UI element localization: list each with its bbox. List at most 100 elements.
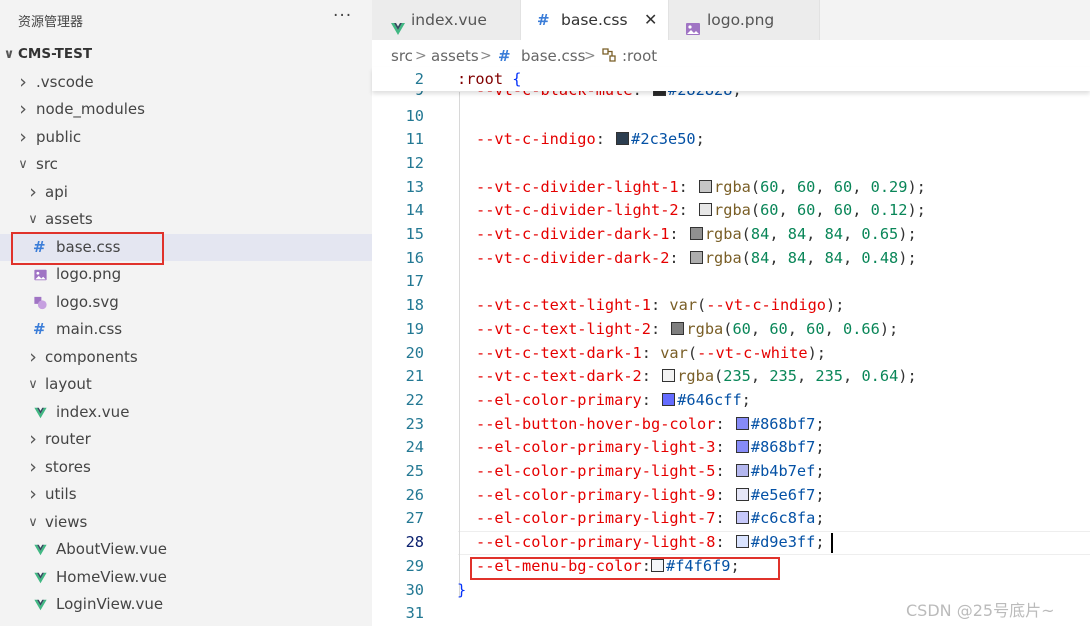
color-swatch: [662, 369, 676, 383]
chevron-right-icon: ›: [19, 125, 27, 148]
vue-icon: [390, 12, 406, 35]
tree-file[interactable]: # main.css: [0, 316, 372, 344]
color-swatch: [735, 535, 749, 549]
tab-base-css[interactable]: # base.css ✕: [521, 0, 669, 40]
tree-item-label: index.vue: [56, 402, 130, 421]
tree-folder[interactable]: ∨ assets: [0, 206, 372, 234]
css-number: 0.12: [870, 201, 908, 220]
tree-folder[interactable]: › utils: [0, 481, 372, 509]
annotation-highlight-box: [470, 557, 780, 580]
line-number: 20: [405, 343, 424, 362]
tree-folder[interactable]: ∨ layout: [0, 371, 372, 399]
comma: ,: [750, 319, 770, 338]
tree-file[interactable]: LoginView.vue: [0, 591, 372, 619]
tree-folder[interactable]: › api: [0, 179, 372, 207]
line-number: 23: [405, 414, 424, 433]
tree-folder[interactable]: ∨ views: [0, 509, 372, 537]
colon: :: [678, 201, 698, 220]
css-function: rgba: [704, 248, 742, 267]
explorer-header: 资源管理器 ···: [0, 0, 372, 38]
css-property: --vt-c-divider-dark-2: [476, 248, 670, 267]
paren: );: [807, 343, 826, 362]
breadcrumb-item[interactable]: :root: [622, 43, 657, 69]
svg-file-icon: [33, 296, 47, 310]
tab-label: index.vue: [411, 11, 487, 29]
line-number: 18: [405, 296, 424, 315]
code-line: 23 --el-button-hover-bg-color: #868bf7;: [372, 413, 1090, 437]
comma: ,: [787, 319, 807, 338]
semicolon: ;: [815, 438, 825, 457]
code-editor[interactable]: 9--vt-c-black-mute: #282828;1011--vt-c-i…: [372, 67, 1090, 626]
explorer-title: 资源管理器: [18, 15, 84, 30]
semicolon: ;: [815, 509, 825, 528]
tree-folder[interactable]: › router: [0, 426, 372, 454]
tree-file[interactable]: logo.svg: [0, 289, 372, 317]
semicolon: ;: [815, 533, 825, 552]
color-swatch: [689, 227, 703, 240]
chevron-right-icon: ›: [29, 483, 37, 505]
colon: :: [595, 130, 615, 149]
breadcrumb-item[interactable]: assets: [431, 43, 479, 69]
colon: :: [641, 390, 661, 409]
tree-file[interactable]: logo.png: [0, 261, 372, 289]
tree-folder[interactable]: › components: [0, 344, 372, 372]
watermark: CSDN @25号底片~: [906, 601, 1055, 620]
css-variable-ref: --vt-c-white: [697, 343, 808, 362]
code-line: 14 --vt-c-divider-light-2: rgba(60, 60, 6…: [372, 199, 1090, 223]
breadcrumb-item[interactable]: base.css: [521, 43, 585, 69]
comma: ,: [843, 225, 862, 243]
css-value: #d9e3ff: [750, 533, 816, 552]
paren: (: [741, 248, 751, 267]
tab-logo-png[interactable]: logo.png: [669, 0, 820, 40]
tree-item-label: HomeView.vue: [56, 567, 167, 586]
tree-file[interactable]: AboutView.vue: [0, 536, 372, 564]
tree-file[interactable]: HomeView.vue: [0, 564, 372, 592]
color-swatch: [662, 392, 676, 406]
code-text: --vt-c-divider-dark-2: rgba(84, 84, 84, …: [476, 247, 917, 271]
closing-brace: }: [457, 580, 467, 599]
color-swatch: [735, 487, 749, 501]
colon: :: [715, 462, 734, 480]
chevron-down-icon: ∨: [18, 157, 28, 172]
tree-file[interactable]: index.vue: [0, 399, 372, 427]
tab-label: base.css: [561, 11, 628, 29]
tree-folder[interactable]: › .vscode: [0, 69, 372, 97]
workspace-root[interactable]: ∨ CMS-TEST: [0, 41, 372, 69]
line-number: 22: [405, 390, 424, 409]
code-line: 20 --vt-c-text-dark-1: var(--vt-c-white);: [372, 342, 1090, 366]
chevron-right-icon: ›: [29, 428, 37, 450]
css-number: 84: [750, 248, 770, 267]
code-line: 28 --el-color-primary-light-8: #d9e3ff;: [372, 531, 1090, 555]
paren: (: [697, 296, 707, 315]
tree-item-label: node_modules: [36, 100, 145, 118]
color-swatch: [735, 511, 749, 525]
css-icon: #: [537, 11, 550, 29]
tree-folder[interactable]: › node_modules: [0, 96, 372, 124]
line-number: 15: [405, 225, 424, 243]
vue-file-icon: [33, 406, 47, 420]
tree-folder[interactable]: ∨ src: [0, 151, 372, 179]
code-line: 26 --el-color-primary-light-9: #e5e6f7;: [372, 484, 1090, 508]
color-swatch: [671, 321, 685, 335]
chevron-down-icon: ∨: [28, 514, 38, 530]
css-function: var: [660, 343, 688, 362]
close-icon[interactable]: ✕: [644, 0, 657, 40]
paren: );: [879, 319, 899, 338]
code-text: --vt-c-text-light-2: rgba(60, 60, 60, 0.…: [476, 318, 898, 342]
colon: :: [650, 296, 670, 315]
tab-index-vue[interactable]: index.vue: [372, 0, 521, 40]
line-number: 25: [405, 462, 424, 480]
tree-folder[interactable]: › stores: [0, 454, 372, 482]
css-value: #e5e6f7: [750, 485, 816, 504]
css-property: --el-color-primary: [476, 390, 642, 409]
css-number: 0.65: [861, 225, 899, 243]
paren: (: [741, 225, 751, 243]
more-actions-icon[interactable]: ···: [333, 6, 352, 26]
tree-item-label: logo.png: [56, 265, 122, 283]
breadcrumb-item[interactable]: src: [391, 43, 413, 69]
tree-folder[interactable]: › public: [0, 124, 372, 152]
comma: ,: [778, 177, 797, 196]
css-number: 0.66: [843, 319, 880, 338]
chevron-right-icon: ›: [29, 345, 37, 368]
tree-item-label: utils: [45, 485, 77, 503]
